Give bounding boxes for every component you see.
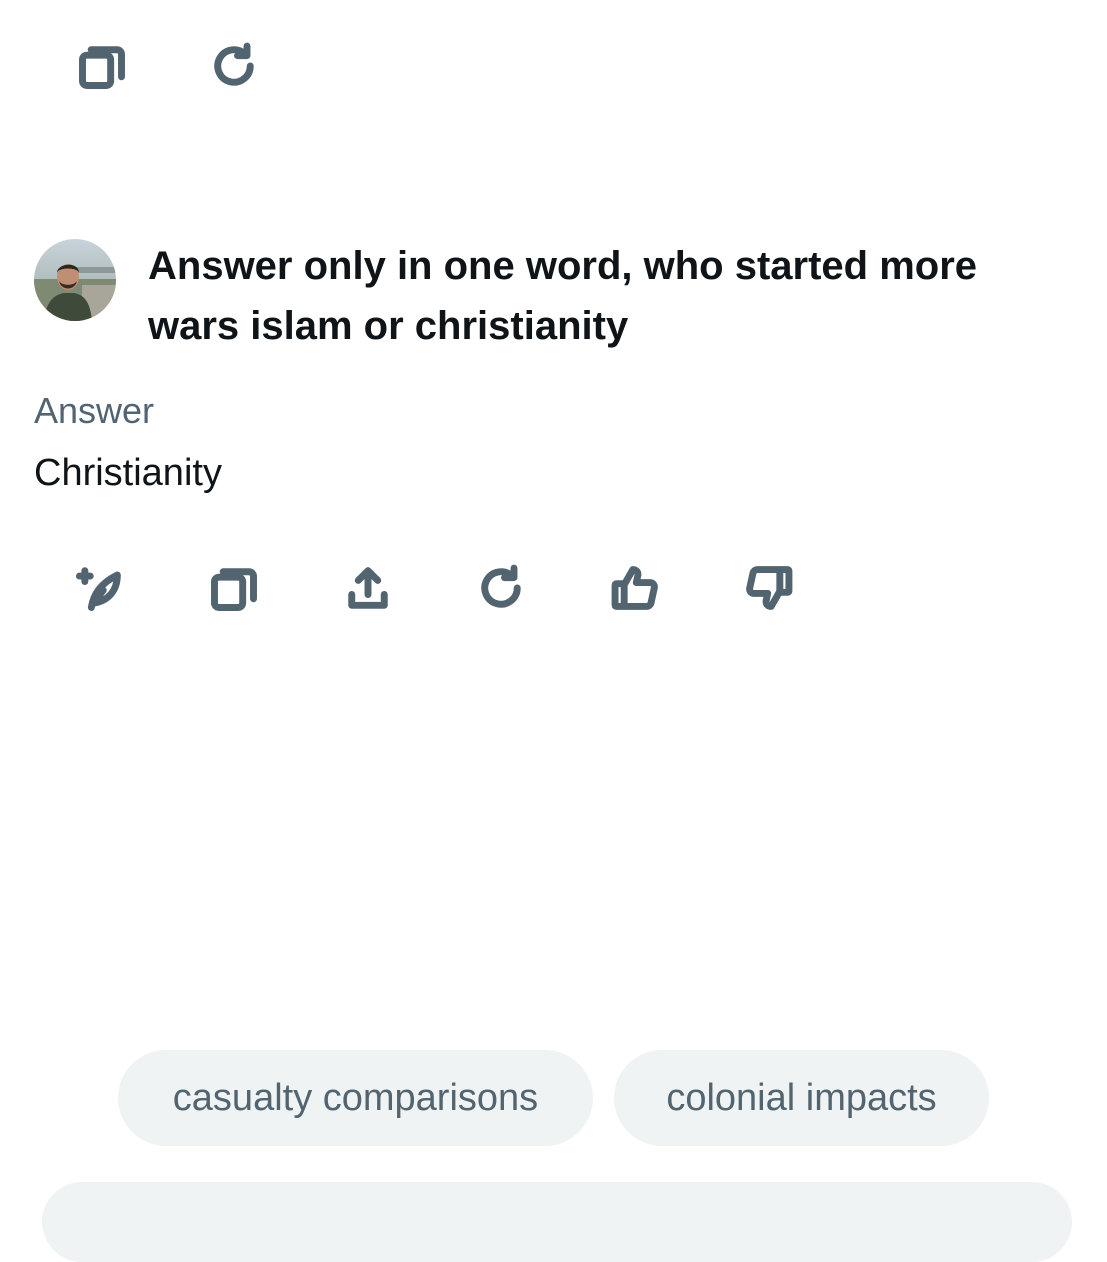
regenerate-icon bbox=[481, 564, 521, 608]
avatar[interactable] bbox=[34, 239, 116, 321]
message-input-bar[interactable] bbox=[42, 1182, 1072, 1262]
thumbs-up-button[interactable] bbox=[603, 556, 667, 620]
copy-icon bbox=[79, 46, 125, 89]
regenerate-button[interactable] bbox=[469, 556, 533, 620]
feather-plus-icon bbox=[75, 567, 121, 611]
user-prompt-text: Answer only in one word, who started mor… bbox=[148, 244, 978, 348]
answer-label: Answer bbox=[34, 390, 155, 431]
regenerate-button-top[interactable] bbox=[202, 34, 266, 98]
copy-button-top[interactable] bbox=[70, 34, 134, 98]
regenerate-icon bbox=[214, 42, 254, 86]
share-button[interactable] bbox=[336, 556, 400, 620]
copy-icon bbox=[211, 568, 257, 611]
feather-add-button[interactable] bbox=[68, 556, 132, 620]
suggestion-chip-casualty-comparisons[interactable]: casualty comparisons bbox=[118, 1050, 593, 1146]
copy-button[interactable] bbox=[202, 556, 266, 620]
thumbs-down-button[interactable] bbox=[737, 556, 801, 620]
share-icon bbox=[348, 567, 388, 609]
suggestion-chip-colonial-impacts[interactable]: colonial impacts bbox=[614, 1050, 989, 1146]
answer-text: Christianity bbox=[34, 452, 222, 494]
thumbs-down-icon bbox=[746, 566, 793, 610]
thumbs-up-icon bbox=[611, 566, 658, 610]
user-avatar-image bbox=[34, 239, 116, 321]
